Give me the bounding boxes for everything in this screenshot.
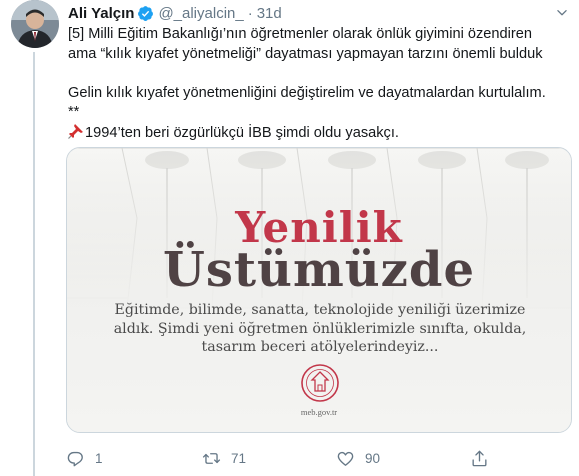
tweet-text-line: ama “kılık kıyafet yönetmeliği” dayatmas…	[68, 45, 543, 62]
pinned-text: 1994’ten beri özgürlükçü İBB şimdi oldu …	[85, 124, 399, 141]
share-button[interactable]	[470, 449, 489, 468]
reply-icon	[67, 451, 83, 467]
tweet-text-line: [5] Milli Eğitim Bakanlığı’nın öğretmenl…	[68, 26, 532, 42]
image-body-line: aldık. Şimdi yeni öğretmen önlüklerimizl…	[113, 320, 527, 337]
verified-badge-icon	[138, 5, 154, 21]
author-name[interactable]: Ali Yalçın	[68, 5, 134, 22]
heart-icon	[337, 451, 354, 466]
retweet-count: 71	[231, 451, 247, 466]
tweet-text-line: **	[68, 104, 80, 120]
author-handle[interactable]: @_aliyalcin_	[158, 5, 243, 22]
tweet-text-line: Gelin kılık kıyafet yönetmenliğini değiş…	[68, 84, 546, 101]
tweet-image[interactable]: Yenilik Üstümüzde Eğitimde, bilimde, san…	[66, 147, 572, 433]
tweet-text: [5] Milli Eğitim Bakanlığı’nın öğretmenl…	[68, 25, 573, 143]
image-body-text: Eğitimde, bilimde, sanatta, teknolojide …	[87, 301, 553, 357]
tweet-header: Ali Yalçın @_aliyalcin_ · 31d	[68, 3, 282, 23]
tweet-text-line	[68, 64, 573, 84]
image-body-line: Eğitimde, bilimde, sanatta, teknolojide …	[114, 302, 526, 318]
image-headline-line2: Üstümüzde	[163, 242, 475, 298]
avatar[interactable]	[11, 0, 59, 48]
pushpin-icon	[68, 123, 83, 139]
image-body-line: tasarım beceri atölyelerindeyiz...	[201, 339, 439, 355]
tweet-text-line-pinned: 1994’ten beri özgürlükçü İBB şimdi oldu …	[68, 123, 573, 144]
retweet-button[interactable]: 71	[202, 449, 246, 468]
tweet-timestamp[interactable]: 31d	[257, 5, 282, 22]
retweet-icon	[202, 453, 221, 464]
like-count: 90	[365, 451, 381, 466]
separator-dot: ·	[247, 4, 253, 22]
tweet-actions: 1 71 90	[66, 449, 496, 471]
chevron-down-icon[interactable]	[555, 6, 569, 20]
reply-count: 1	[95, 451, 103, 466]
like-button[interactable]: 90	[336, 449, 380, 468]
image-site-url: meb.gov.tr	[300, 407, 338, 417]
meb-logo-icon	[301, 364, 339, 402]
reply-button[interactable]: 1	[66, 449, 103, 468]
share-icon	[472, 450, 487, 467]
thread-line	[33, 52, 35, 476]
